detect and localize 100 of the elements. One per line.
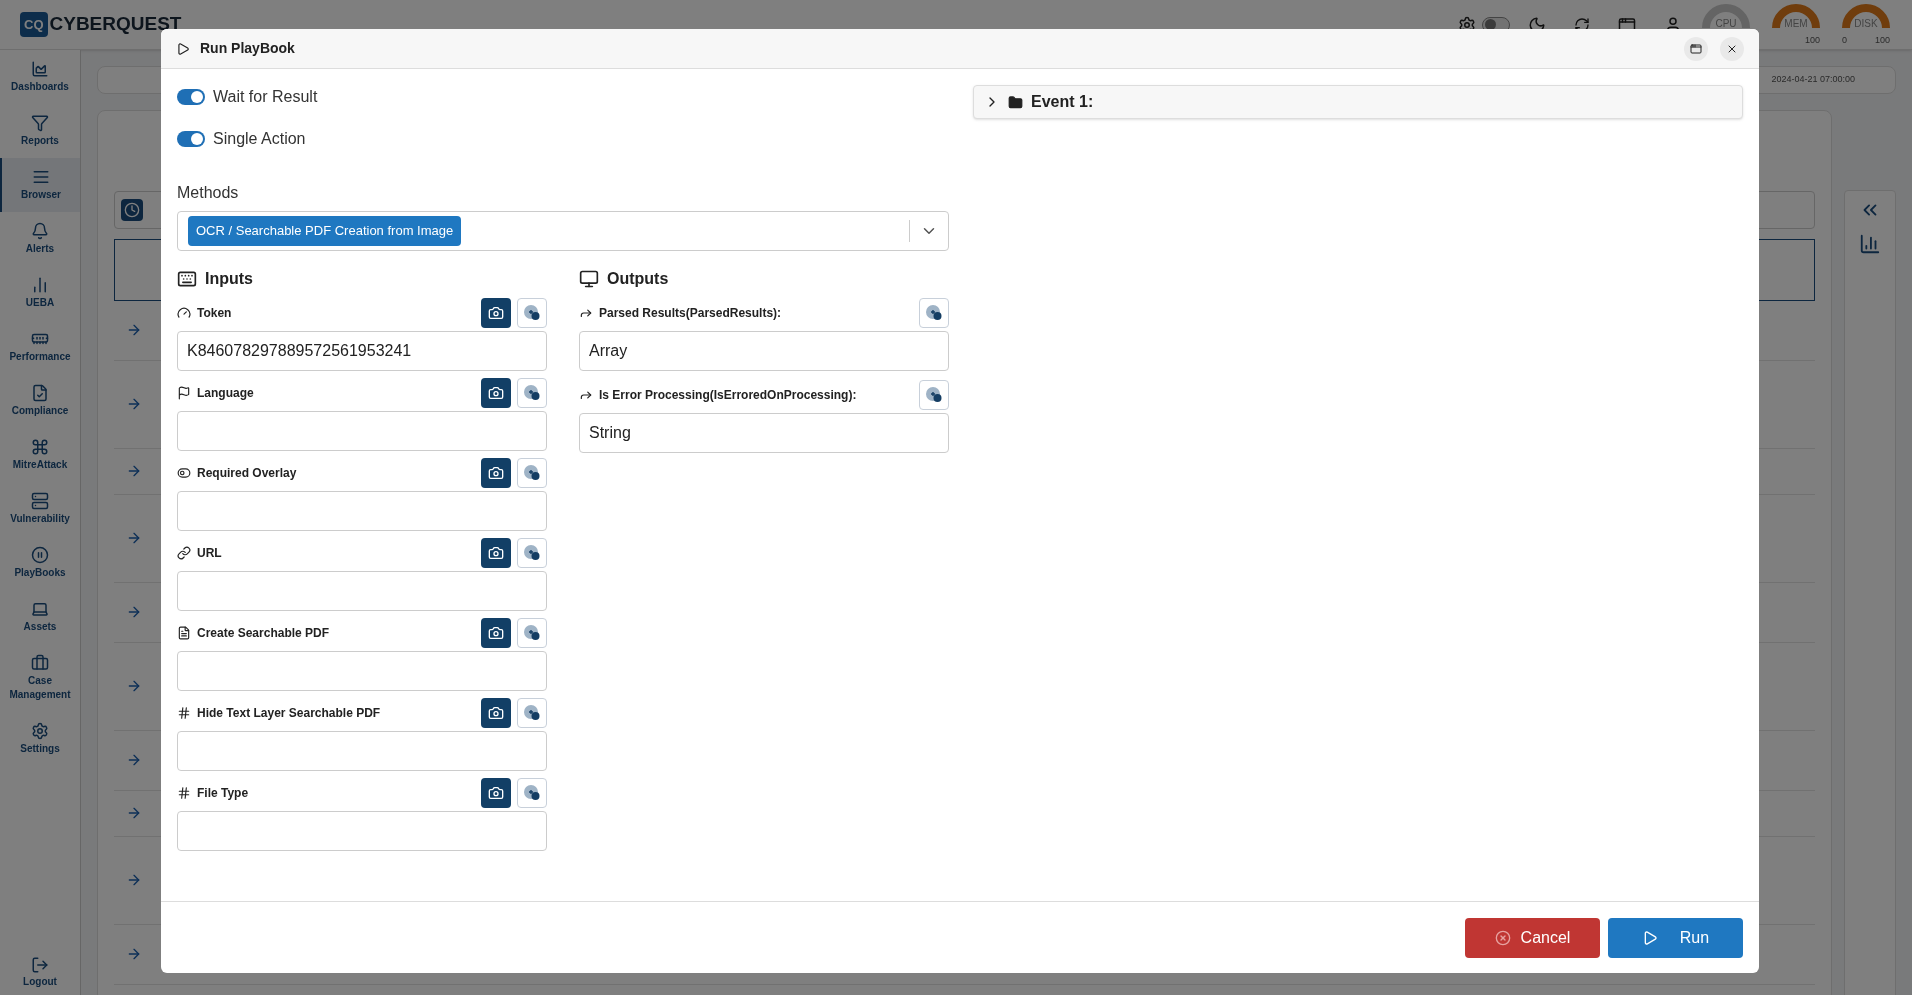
add-variable-icon	[523, 384, 541, 402]
sidebar-item[interactable]: Performance	[0, 320, 80, 374]
field-icon	[177, 466, 191, 480]
gauge-label: CPU	[1715, 16, 1737, 31]
sidebar-item[interactable]: Reports	[0, 104, 80, 158]
clock-icon[interactable]	[121, 198, 143, 221]
add-variable-icon	[523, 544, 541, 562]
cancel-button[interactable]: Cancel	[1465, 917, 1600, 958]
outputs-title: Outputs	[607, 269, 669, 289]
variable-button[interactable]	[517, 458, 547, 488]
logout-icon	[31, 956, 49, 974]
expand-row-icon[interactable]	[126, 678, 142, 694]
methods-select[interactable]: OCR / Searchable PDF Creation from Image	[177, 211, 949, 251]
expand-row-icon[interactable]	[126, 752, 142, 768]
logo-mark: CQ	[20, 11, 48, 38]
variable-button[interactable]	[517, 618, 547, 648]
field-label: URL	[197, 545, 222, 562]
variable-button[interactable]	[517, 298, 547, 328]
field-label: Create Searchable PDF	[197, 625, 330, 642]
sidebar-item[interactable]: Browser	[0, 158, 80, 212]
sidebar-item[interactable]: Case Management	[0, 644, 80, 712]
sidebar-icon	[31, 654, 49, 672]
field-label: Parsed Results(ParsedResults):	[599, 305, 782, 322]
logout-item[interactable]: Logout	[0, 956, 80, 989]
dialog-title: Run PlayBook	[200, 39, 295, 58]
sidebar-icon	[31, 546, 49, 564]
camera-icon	[488, 545, 504, 561]
logo-text: CYBERQUEST	[49, 12, 182, 37]
variable-button[interactable]	[517, 698, 547, 728]
run-button[interactable]: Run	[1608, 917, 1743, 958]
camera-icon	[488, 785, 504, 801]
add-variable-icon	[523, 704, 541, 722]
sidebar-icon	[31, 222, 49, 240]
input-field[interactable]: String	[579, 413, 949, 453]
field-icon	[177, 546, 191, 560]
field-label: File Type	[197, 785, 249, 802]
expand-row-icon[interactable]	[126, 530, 142, 546]
sidebar-item[interactable]: UEBA	[0, 266, 80, 320]
sidebar-icon	[31, 276, 49, 294]
expand-row-icon[interactable]	[126, 872, 142, 888]
maximize-button[interactable]	[1684, 36, 1708, 61]
play-icon	[176, 41, 190, 56]
expand-row-icon[interactable]	[126, 805, 142, 821]
field-label: Hide Text Layer Searchable PDF	[197, 705, 381, 722]
variable-button[interactable]	[517, 538, 547, 568]
cancel-icon	[1494, 929, 1511, 946]
sidebar-item[interactable]: PlayBooks	[0, 536, 80, 590]
chart-icon[interactable]	[1859, 232, 1881, 255]
switch-label: Single Action	[213, 129, 306, 149]
expand-row-icon[interactable]	[126, 946, 142, 962]
variable-button[interactable]	[919, 380, 949, 410]
input-field[interactable]	[177, 411, 547, 451]
field-icon	[177, 786, 191, 800]
field-label: Language	[197, 385, 254, 402]
sidebar-item[interactable]: Settings	[0, 712, 80, 766]
sidebar-icon	[31, 492, 49, 510]
add-variable-icon	[523, 464, 541, 482]
variable-button[interactable]	[517, 778, 547, 808]
sidebar-item[interactable]: MitreAttack	[0, 428, 80, 482]
sidebar-item[interactable]: Compliance	[0, 374, 80, 428]
field-icon	[177, 386, 191, 400]
expand-row-icon[interactable]	[126, 396, 142, 412]
expand-row-icon[interactable]	[126, 322, 142, 338]
sidebar-icon	[31, 600, 49, 618]
event-label: Event 1:	[1031, 92, 1094, 112]
sidebar-icon	[31, 722, 49, 740]
input-field[interactable]	[177, 731, 547, 771]
camera-icon	[488, 385, 504, 401]
expand-row-icon[interactable]	[126, 463, 142, 479]
input-field[interactable]	[177, 491, 547, 531]
field-label: Required Overlay	[197, 465, 297, 482]
sidebar-item[interactable]: Vulnerability	[0, 482, 80, 536]
sidebar-item[interactable]: Alerts	[0, 212, 80, 266]
camera-icon	[488, 705, 504, 721]
add-variable-icon	[925, 386, 943, 404]
gauge-max: 100	[1804, 35, 1820, 45]
add-variable-icon	[523, 784, 541, 802]
input-field[interactable]	[177, 811, 547, 851]
input-field[interactable]: Array	[579, 331, 949, 371]
method-tag: OCR / Searchable PDF Creation from Image	[188, 216, 462, 246]
field-icon	[177, 306, 191, 320]
field-label: Is Error Processing(IsErroredOnProcessing):	[599, 387, 857, 404]
camera-icon	[488, 625, 504, 641]
variable-button[interactable]	[919, 298, 949, 328]
input-field[interactable]: K846078297889572561953241	[177, 331, 547, 371]
expand-row-icon[interactable]	[126, 604, 142, 620]
maximize-icon	[1690, 42, 1702, 55]
event-accordion[interactable]: Event 1:	[973, 85, 1743, 119]
gauge-min: 0	[1842, 35, 1847, 45]
sidebar-item[interactable]: Assets	[0, 590, 80, 644]
variable-button[interactable]	[517, 378, 547, 408]
sidebar-icon	[31, 114, 49, 132]
sidebar-item[interactable]: Dashboards	[0, 50, 80, 104]
folder-icon	[1008, 94, 1023, 110]
forward-icon	[579, 306, 593, 320]
toggle-switch[interactable]	[177, 89, 205, 105]
forward-icon	[579, 388, 593, 402]
input-field[interactable]	[177, 571, 547, 611]
toggle-switch[interactable]	[177, 131, 205, 147]
input-field[interactable]	[177, 651, 547, 691]
